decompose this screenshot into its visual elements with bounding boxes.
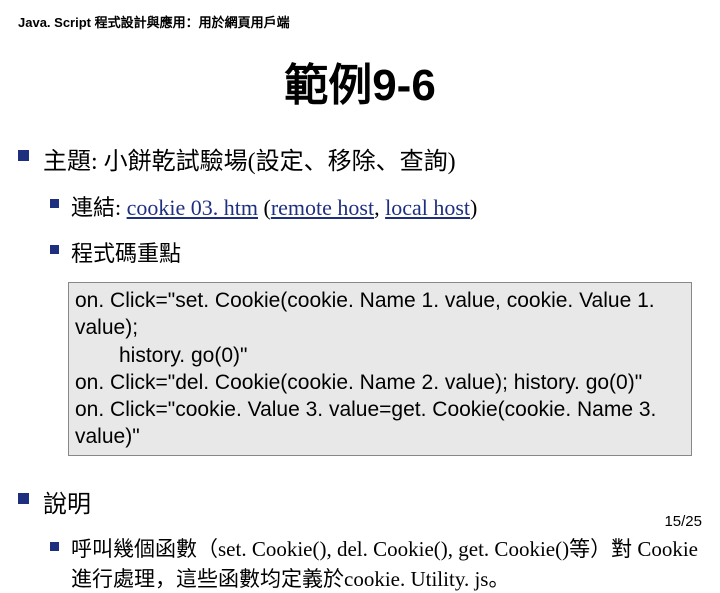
code-box: on. Click="set. Cookie(cookie. Name 1. v… [68, 282, 692, 456]
sep: , [374, 195, 385, 220]
codepoint-row: 程式碼重點 [50, 236, 702, 268]
link-row: 連結: cookie 03. htm (remote host, local h… [50, 190, 702, 222]
paren-close: ) [470, 195, 477, 220]
slide-title: 範例9-6 [18, 49, 702, 113]
code-line: on. Click="cookie. Value 3. value=get. C… [75, 398, 656, 448]
explain-body: 呼叫幾個函數（set. Cookie(), del. Cookie(), get… [71, 533, 702, 593]
topic-row: 主題: 小餅乾試驗場(設定、移除、查詢) [18, 141, 702, 176]
code-line: history. go(0)" [75, 342, 685, 369]
title-cjk: 範例 [284, 61, 372, 110]
link-file[interactable]: cookie 03. htm [127, 195, 258, 220]
topic-text: 主題: 小餅乾試驗場(設定、移除、查詢) [43, 141, 456, 176]
link-prefix: 連結: [71, 195, 127, 220]
link-remote[interactable]: remote host [271, 195, 374, 220]
codepoint-label: 程式碼重點 [71, 236, 181, 268]
explain-body-row: 呼叫幾個函數（set. Cookie(), del. Cookie(), get… [50, 533, 702, 593]
code-line: on. Click="del. Cookie(cookie. Name 2. v… [75, 371, 642, 394]
link-line: 連結: cookie 03. htm (remote host, local h… [71, 190, 477, 222]
bullet-icon [18, 493, 29, 504]
bullet-icon [50, 199, 59, 208]
link-local[interactable]: local host [385, 195, 470, 220]
page-header: Java. Script 程式設計與應用：用於網頁用戶端 [18, 12, 702, 31]
topic-label: 主題 [43, 149, 91, 175]
explain-row: 說明 [18, 484, 702, 519]
bullet-icon [50, 245, 59, 254]
bullet-icon [18, 150, 29, 161]
title-latin: 9-6 [372, 61, 436, 110]
bullet-icon [50, 542, 59, 551]
explain-label: 說明 [43, 484, 91, 519]
page-number: 15/25 [664, 513, 702, 530]
topic-body: : 小餅乾試驗場(設定、移除、查詢) [91, 149, 456, 175]
paren-open: ( [258, 195, 271, 220]
code-line: on. Click="set. Cookie(cookie. Name 1. v… [75, 289, 655, 339]
